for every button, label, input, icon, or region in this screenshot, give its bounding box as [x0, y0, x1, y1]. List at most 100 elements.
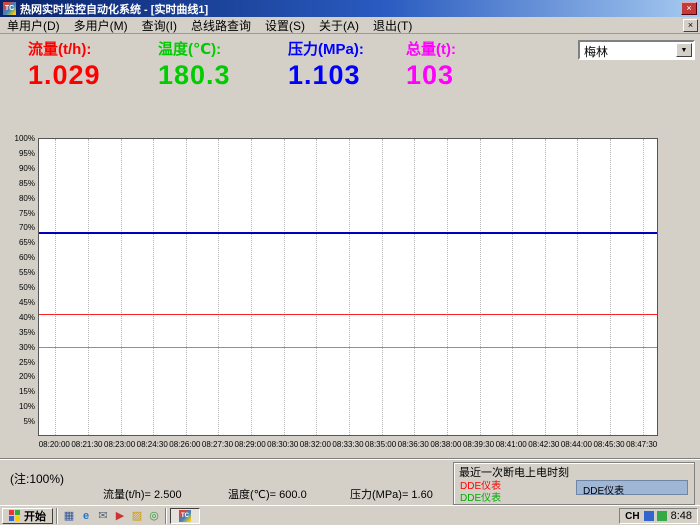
station-select-value: 梅林	[584, 43, 608, 60]
x-axis-tick-label: 08:47:30	[620, 440, 664, 449]
taskbar: 开始 ▦e✉▶▨◎ TC CH 8:48	[0, 505, 700, 525]
reading-value: 180.3	[158, 60, 231, 91]
vertical-gridline	[284, 139, 285, 435]
taskbar-app-button[interactable]: TC	[170, 508, 200, 524]
y-axis-tick-label: 75%	[8, 209, 35, 218]
chart-series-line	[39, 314, 657, 315]
vertical-gridline	[55, 139, 56, 435]
vertical-gridline	[349, 139, 350, 435]
y-axis-tick-label: 90%	[8, 164, 35, 173]
app-window: TC 热网实时监控自动化系统 - [实时曲线1] × 单用户(D)多用户(M)查…	[0, 0, 700, 525]
reading-label: 温度(℃):	[158, 38, 221, 59]
power-event-panel: 最近一次断电上电时刻 DDE仪表DDE仪表 DDE仪表	[453, 462, 695, 505]
title-bar: TC 热网实时监控自动化系统 - [实时曲线1] ×	[0, 0, 700, 17]
start-button-label: 开始	[24, 508, 46, 524]
y-axis-tick-label: 30%	[8, 343, 35, 352]
reading-value: 1.103	[288, 60, 361, 91]
vertical-gridline	[316, 139, 317, 435]
taskbar-divider-2	[165, 508, 167, 524]
note-label: (注:100%)	[10, 470, 64, 487]
dde-item[interactable]: DDE仪表	[460, 489, 501, 504]
y-axis-tick-label: 85%	[8, 179, 35, 188]
vertical-gridline	[251, 139, 252, 435]
vertical-gridline	[577, 139, 578, 435]
dde-selected-item[interactable]: DDE仪表	[576, 480, 688, 495]
language-indicator[interactable]: CH	[625, 511, 639, 522]
vertical-gridline	[610, 139, 611, 435]
y-axis-tick-label: 60%	[8, 253, 35, 262]
vertical-gridline	[447, 139, 448, 435]
menu-item[interactable]: 总线路查询	[184, 16, 258, 35]
y-axis-tick-label: 20%	[8, 372, 35, 381]
tray-icons	[644, 511, 667, 521]
realtime-curve-chart: 100% 95% 90% 85% 80% 75% 70% 65% 60% 55% 50% 45% 40%…	[8, 134, 694, 468]
quick-launch: ▦e✉▶▨◎	[61, 508, 162, 523]
vertical-gridline	[218, 139, 219, 435]
chart-series-line	[39, 232, 657, 234]
y-axis-tick-label: 55%	[8, 268, 35, 277]
vertical-gridline	[121, 139, 122, 435]
media-player-icon[interactable]: ▶	[112, 508, 128, 523]
clock: 8:48	[671, 510, 692, 522]
y-axis-tick-label: 40%	[8, 313, 35, 322]
y-axis-tick-label: 100%	[8, 134, 35, 143]
start-button[interactable]: 开始	[2, 508, 53, 524]
vertical-gridline	[88, 139, 89, 435]
chevron-down-icon[interactable]: ▼	[676, 43, 692, 57]
menu-item[interactable]: 关于(A)	[312, 16, 366, 35]
y-axis-tick-label: 35%	[8, 328, 35, 337]
plot-area	[38, 138, 658, 436]
y-axis-tick-label: 25%	[8, 358, 35, 367]
window-title: 热网实时监控自动化系统 - [实时曲线1]	[20, 1, 681, 17]
y-axis-tick-label: 70%	[8, 223, 35, 232]
y-axis-tick-label: 15%	[8, 387, 35, 396]
search-icon[interactable]: ◎	[146, 508, 162, 523]
reading-label: 压力(MPa):	[288, 38, 364, 59]
menu-item[interactable]: 退出(T)	[366, 16, 419, 35]
range-label: 压力(MPa)= 1.60	[350, 486, 433, 502]
app-logo-icon-small: TC	[179, 510, 191, 522]
vertical-gridline	[186, 139, 187, 435]
volume-tray-icon[interactable]	[657, 511, 667, 521]
close-icon[interactable]: ×	[681, 2, 697, 15]
reading-label: 流量(t/h):	[28, 38, 91, 59]
folder-icon[interactable]: ▨	[129, 508, 145, 523]
reading-label: 总量(t):	[406, 38, 456, 59]
y-axis-tick-label: 95%	[8, 149, 35, 158]
reading-value: 1.029	[28, 60, 101, 91]
range-label: 流量(t/h)= 2.500	[103, 486, 182, 502]
footer-divider	[0, 458, 700, 460]
show-desktop-icon[interactable]: ▦	[61, 508, 77, 523]
y-axis-tick-label: 80%	[8, 194, 35, 203]
station-select[interactable]: 梅林 ▼	[578, 40, 695, 60]
vertical-gridline	[480, 139, 481, 435]
menu-item[interactable]: 多用户(M)	[67, 16, 135, 35]
main-content: 流量(t/h):1.029 温度(℃):180.3 压力(MPa):1.103 总量(…	[0, 34, 700, 505]
vertical-gridline	[414, 139, 415, 435]
reading-value: 103	[406, 60, 454, 91]
vertical-gridline	[545, 139, 546, 435]
y-axis-tick-label: 65%	[8, 238, 35, 247]
chart-series-line	[39, 347, 657, 348]
y-axis-tick-label: 50%	[8, 283, 35, 292]
windows-logo-icon	[9, 510, 21, 521]
vertical-gridline	[382, 139, 383, 435]
range-label: 温度(℃)= 600.0	[228, 486, 307, 502]
child-window-close-icon[interactable]: ×	[683, 19, 698, 32]
vertical-gridline	[643, 139, 644, 435]
mail-icon[interactable]: ✉	[95, 508, 111, 523]
y-axis-tick-label: 10%	[8, 402, 35, 411]
menu-item[interactable]: 设置(S)	[258, 16, 312, 35]
menu-item[interactable]: 单用户(D)	[0, 16, 67, 35]
app-logo-icon: TC	[3, 2, 16, 15]
display-tray-icon[interactable]	[644, 511, 654, 521]
vertical-gridline	[153, 139, 154, 435]
taskbar-divider	[56, 508, 58, 524]
menu-item[interactable]: 查询(I)	[135, 16, 184, 35]
y-axis-tick-label: 45%	[8, 298, 35, 307]
menu-bar: 单用户(D)多用户(M)查询(I)总线路查询设置(S)关于(A)退出(T) ×	[0, 17, 700, 34]
vertical-gridline	[512, 139, 513, 435]
y-axis-tick-label: 5%	[8, 417, 35, 426]
ie-icon[interactable]: e	[78, 508, 94, 523]
system-tray: CH 8:48	[619, 508, 698, 524]
